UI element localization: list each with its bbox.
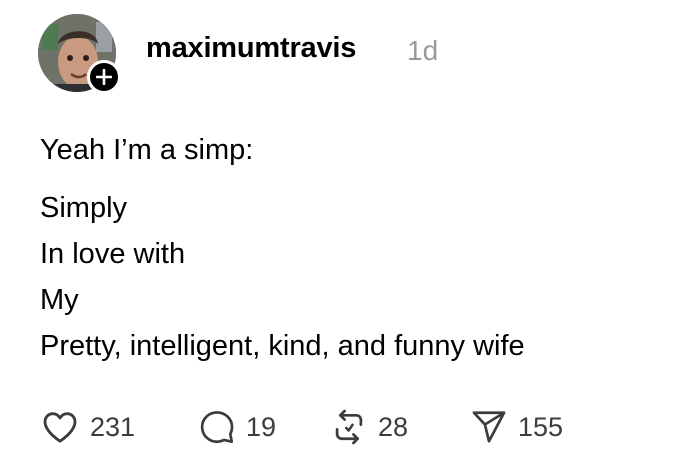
share-button[interactable]: 155 — [470, 405, 563, 449]
post-line: Simply — [40, 192, 128, 224]
post-line: Yeah I’m a simp: — [40, 134, 254, 166]
send-paper-plane-icon — [472, 411, 506, 443]
post-body: Yeah I’m a simp: Simply In love with My … — [40, 127, 525, 369]
post: maximumtravis 1d Yeah I’m a simp: Simply… — [0, 0, 682, 468]
heart-icon — [43, 412, 77, 443]
username[interactable]: maximumtravis — [146, 32, 356, 65]
reply-count: 19 — [246, 411, 277, 442]
reply-button[interactable]: 19 — [198, 405, 276, 449]
like-button[interactable]: 231 — [40, 405, 135, 449]
post-line: In love with — [40, 238, 186, 270]
like-count: 231 — [90, 411, 136, 442]
repost-arrows-icon — [335, 409, 363, 445]
post-timestamp: 1d — [407, 35, 439, 66]
share-count: 155 — [518, 411, 564, 442]
post-actions: 231 19 28 155 — [40, 405, 640, 449]
repost-count: 28 — [378, 411, 409, 442]
post-line: Pretty, intelligent, kind, and funny wif… — [40, 330, 525, 362]
comment-bubble-icon — [200, 411, 234, 444]
repost-button[interactable]: 28 — [330, 405, 408, 449]
avatar-container[interactable] — [38, 14, 121, 94]
plus-icon — [96, 69, 112, 85]
post-line: My — [40, 284, 79, 316]
follow-button[interactable] — [87, 60, 121, 94]
